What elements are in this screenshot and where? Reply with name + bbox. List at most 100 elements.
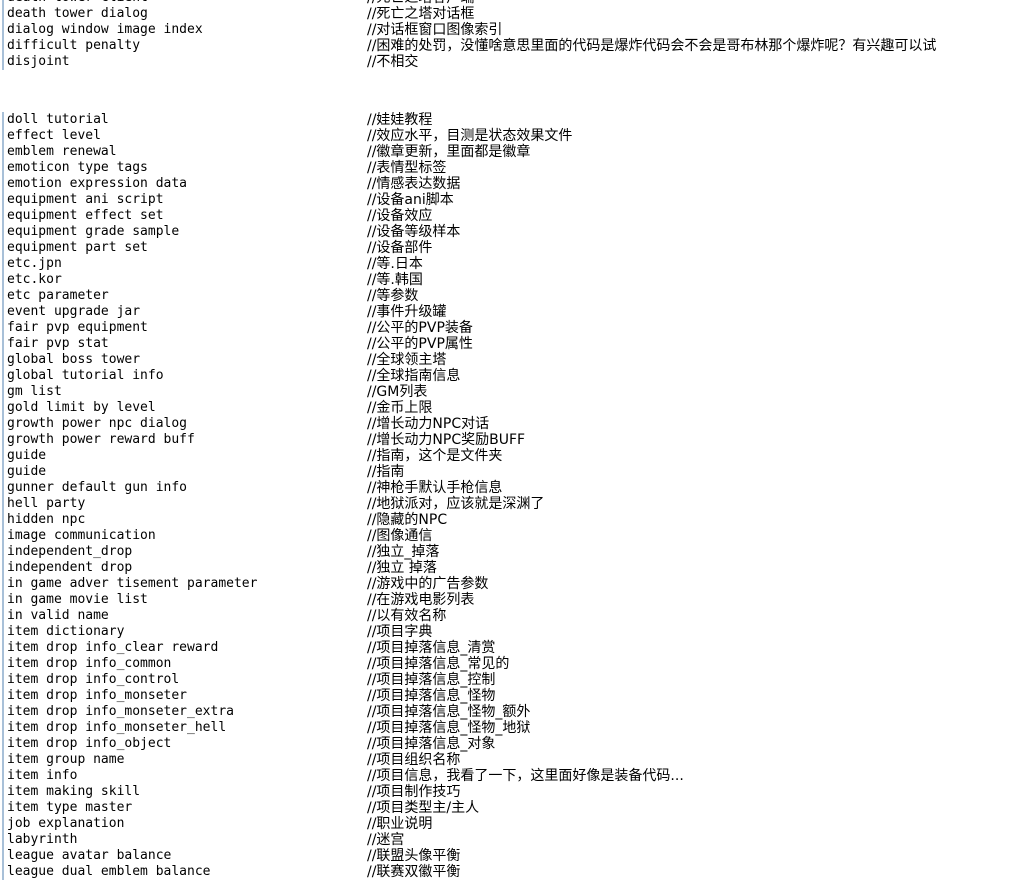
code-line[interactable]: guide //指南，这个是文件夹 [0,448,1029,464]
code-line[interactable]: difficult penalty //困难的处罚，没懂啥意思里面的代码是爆炸代码… [0,38,1029,54]
code-line-comment: //项目字典 [367,624,433,640]
code-line-name: equipment ani script [7,192,164,207]
code-line-name: equipment effect set [7,208,164,223]
code-line-comment: //设备效应 [367,208,433,224]
code-line[interactable]: in game adver tisement parameter //游戏中的广告… [0,576,1029,592]
code-line[interactable]: item info //项目信息，我看了一下，这里面好像是装备代码... [0,768,1029,784]
code-line-comment: //项目组织名称 [367,752,461,768]
code-line-name: growth power npc dialog [7,416,188,431]
code-line[interactable]: league avatar balance //联盟头像平衡 [0,848,1029,864]
code-line[interactable]: emotion expression data //情感表达数据 [0,176,1029,192]
code-line[interactable]: emblem renewal //徽章更新，里面都是徽章 [0,144,1029,160]
code-line-name: emblem renewal [7,144,117,159]
code-line[interactable]: death tower dialog //死亡之塔对话框 [0,6,1029,22]
code-line[interactable]: fair pvp equipment //公平的PVP装备 [0,320,1029,336]
code-line[interactable]: disjoint //不相交 [0,54,1029,70]
code-line[interactable]: etc parameter //等参数 [0,288,1029,304]
code-line-name: in game adver tisement parameter [7,576,258,591]
code-line[interactable]: item type master //项目类型主/主人 [0,800,1029,816]
code-line[interactable]: item making skill //项目制作技巧 [0,784,1029,800]
code-line[interactable]: etc.jpn //等.日本 [0,256,1029,272]
code-line-comment: //娃娃教程 [367,112,433,128]
code-line[interactable]: league dual emblem balance //联赛双徽平衡 [0,864,1029,880]
code-line-comment: //项目掉落信息_常见的 [367,656,510,672]
code-line-name: global boss tower [7,352,141,367]
code-line[interactable]: event upgrade jar //事件升级罐 [0,304,1029,320]
code-line-name: in valid name [7,608,109,623]
code-line[interactable]: equipment grade sample //设备等级样本 [0,224,1029,240]
code-line[interactable]: item drop info_object //项目掉落信息_对象 [0,736,1029,752]
code-line[interactable]: item dictionary //项目字典 [0,624,1029,640]
code-line[interactable]: emoticon type tags //表情型标签 [0,160,1029,176]
code-line[interactable]: gunner default gun info //神枪手默认手枪信息 [0,480,1029,496]
code-line[interactable]: in game movie list //在游戏电影列表 [0,592,1029,608]
code-line-name: item group name [7,752,125,767]
code-line[interactable]: gold limit by level //金币上限 [0,400,1029,416]
code-line-comment: //联盟头像平衡 [367,848,461,864]
code-line[interactable]: item group name //项目组织名称 [0,752,1029,768]
code-line[interactable]: independent_drop //独立_掉落 [0,544,1029,560]
code-line-comment: //项目掉落信息_怪物_额外 [367,704,531,720]
code-line-name: dialog window image index [7,22,203,37]
code-line-name: effect level [7,128,101,143]
code-line-name: gold limit by level [7,400,156,415]
code-line-name: item drop info_clear reward [7,640,219,655]
code-line-comment: //设备ani脚本 [367,192,454,208]
code-line-name: event upgrade jar [7,304,141,319]
code-line-name: item drop info_common [7,656,172,671]
code-line-name: item info [7,768,78,783]
code-line-name: difficult penalty [7,38,141,53]
code-line[interactable]: item drop info_control //项目掉落信息_控制 [0,672,1029,688]
code-line-comment: //指南，这个是文件夹 [367,448,503,464]
code-line[interactable]: guide //指南 [0,464,1029,480]
code-line[interactable]: growth power reward buff //增长动力NPC奖励BUFF [0,432,1029,448]
code-line-comment: //全球指南信息 [367,368,461,384]
code-line-comment: //神枪手默认手枪信息 [367,480,503,496]
code-line[interactable]: hell party //地狱派对，应该就是深渊了 [0,496,1029,512]
code-line[interactable]: item drop info_monseter_hell //项目掉落信息_怪物_… [0,720,1029,736]
code-line[interactable]: item drop info_monseter //项目掉落信息_怪物 [0,688,1029,704]
code-line[interactable]: etc.kor //等.韩国 [0,272,1029,288]
code-line[interactable]: global boss tower //全球领主塔 [0,352,1029,368]
code-line-comment: //效应水平，目测是状态效果文件 [367,128,573,144]
code-line[interactable]: image communication //图像通信 [0,528,1029,544]
code-line-comment: //图像通信 [367,528,433,544]
code-line[interactable]: doll tutorial //娃娃教程 [0,112,1029,128]
code-line-name: labyrinth [7,832,78,847]
code-line[interactable]: effect level //效应水平，目测是状态效果文件 [0,128,1029,144]
code-line-name: in game movie list [7,592,148,607]
code-line-comment: //指南 [367,464,405,480]
code-line[interactable]: growth power npc dialog //增长动力NPC对话 [0,416,1029,432]
code-line-name: independent_drop [7,544,133,559]
code-line[interactable]: independent drop //独立 掉落 [0,560,1029,576]
code-line-comment: //增长动力NPC对话 [367,416,490,432]
code-line[interactable]: gm list //GM列表 [0,384,1029,400]
code-line-comment: //项目掉落信息_控制 [367,672,496,688]
code-line[interactable]: hidden npc //隐藏的NPC [0,512,1029,528]
code-line-comment: //表情型标签 [367,160,447,176]
code-line[interactable]: equipment effect set //设备效应 [0,208,1029,224]
code-line[interactable]: item drop info_common //项目掉落信息_常见的 [0,656,1029,672]
code-line-comment: //增长动力NPC奖励BUFF [367,432,526,448]
code-line[interactable]: equipment ani script //设备ani脚本 [0,192,1029,208]
code-line-comment: //游戏中的广告参数 [367,576,489,592]
code-line[interactable]: dialog window image index //对话框窗口图像索引 [0,22,1029,38]
code-line-name: item dictionary [7,624,125,639]
code-line-comment: //死亡之塔对话框 [367,6,475,22]
code-line[interactable]: item drop info_monseter_extra //项目掉落信息_怪物… [0,704,1029,720]
code-line[interactable]: fair pvp stat //公平的PVP属性 [0,336,1029,352]
code-line-comment: //等.韩国 [367,272,423,288]
code-line[interactable]: labyrinth //迷宫 [0,832,1029,848]
code-editor-canvas[interactable]: death tower client//死亡之塔客户端death tower d… [0,0,1029,880]
code-line[interactable]: global tutorial info //全球指南信息 [0,368,1029,384]
code-line-name: etc.kor [7,272,62,287]
code-line-name: doll tutorial [7,112,109,127]
code-line-comment: //以有效名称 [367,608,447,624]
code-line[interactable]: item drop info_clear reward //项目掉落信息_清赏 [0,640,1029,656]
code-line[interactable]: equipment part set //设备部件 [0,240,1029,256]
code-line[interactable]: in valid name //以有效名称 [0,608,1029,624]
code-line-name: job explanation [7,816,125,831]
code-line[interactable]: job explanation //职业说明 [0,816,1029,832]
code-line-name: death tower dialog [7,6,148,21]
code-line-name: emotion expression data [7,176,188,191]
